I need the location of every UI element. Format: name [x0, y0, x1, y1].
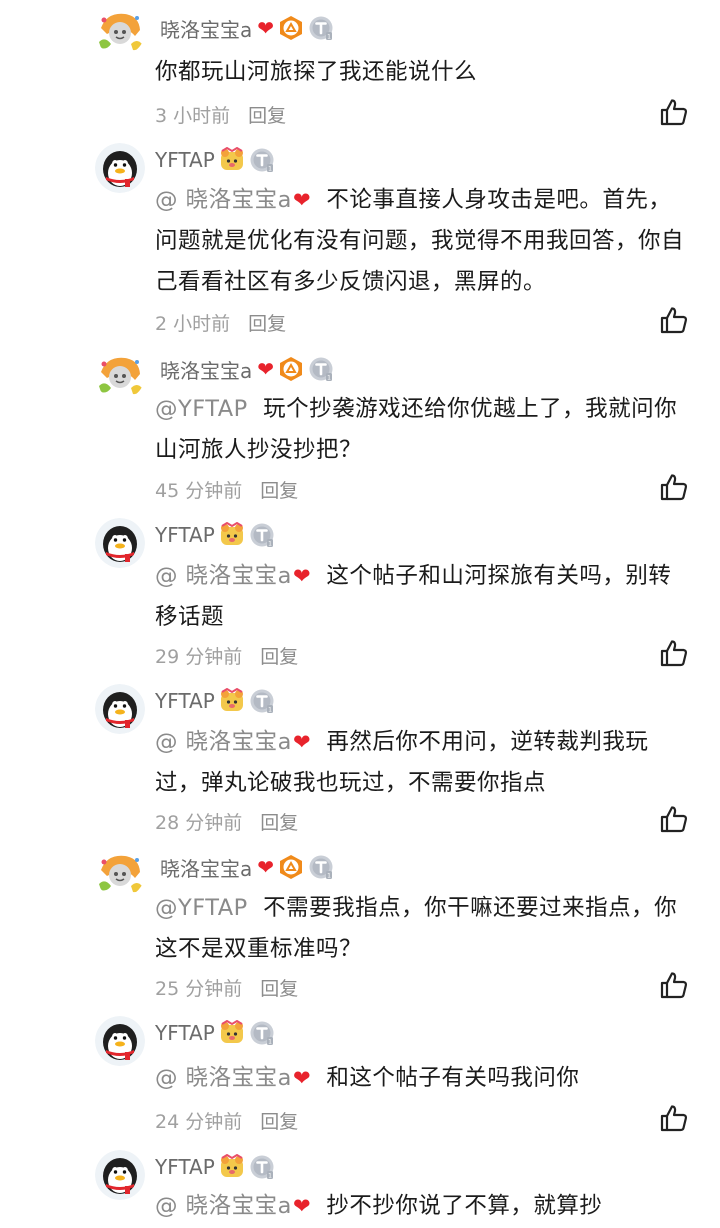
comment-author[interactable]: YFTAP	[155, 1021, 215, 1045]
comment-meta: 2 小时前 回复	[155, 309, 286, 335]
comment-author[interactable]: 晓洛宝宝a	[160, 355, 252, 384]
heart-icon: ❤	[292, 730, 312, 754]
avatar[interactable]	[95, 143, 145, 193]
heart-icon: ❤	[292, 188, 312, 212]
comment-time: 3 小时前	[155, 104, 231, 127]
thumbs-up-icon[interactable]	[659, 970, 689, 1000]
t-badge-icon	[249, 147, 275, 173]
thumbs-up-icon[interactable]	[659, 472, 689, 502]
avatar[interactable]	[95, 518, 145, 568]
comment-author[interactable]: YFTAP	[155, 1155, 215, 1179]
reply-button[interactable]: 回复	[260, 974, 298, 1001]
comment-time: 28 分钟前	[155, 811, 243, 834]
avatar[interactable]	[95, 848, 145, 898]
thumbs-up-icon[interactable]	[659, 1103, 689, 1133]
bear-badge-icon	[219, 147, 245, 173]
reply-button[interactable]: 回复	[260, 1107, 298, 1134]
comment-author[interactable]: YFTAP	[155, 148, 215, 172]
level-badge-icon	[278, 854, 304, 880]
mention-link[interactable]: @ 晓洛宝宝a❤	[155, 729, 311, 755]
comment-author[interactable]: 晓洛宝宝a	[160, 14, 252, 43]
heart-icon: ❤	[257, 855, 275, 879]
comment-text: @ 晓洛宝宝a❤ 这个帖子和山河探旅有关吗，别转移话题	[155, 563, 672, 630]
comment-text: @YFTAP 玩个抄袭游戏还给你优越上了，我就问你山河旅人抄没抄把？	[155, 396, 678, 463]
mention-link[interactable]: @ 晓洛宝宝a❤	[155, 187, 311, 213]
comment-time: 25 分钟前	[155, 977, 243, 1000]
comment-time: 24 分钟前	[155, 1110, 243, 1133]
mention-link[interactable]: @YFTAP	[155, 396, 248, 422]
thumbs-up-icon[interactable]	[659, 804, 689, 834]
reply-button[interactable]: 回复	[248, 101, 286, 128]
comment-author-row: 晓洛宝宝a ❤	[160, 354, 334, 384]
bear-badge-icon	[219, 1020, 245, 1046]
t-badge-icon	[249, 688, 275, 714]
comment-meta: 24 分钟前 回复	[155, 1107, 298, 1133]
comment-meta: 25 分钟前 回复	[155, 974, 298, 1000]
heart-icon: ❤	[257, 357, 275, 381]
comment-author-row: 晓洛宝宝a ❤	[160, 852, 334, 882]
comment-text: @ 晓洛宝宝a❤ 再然后你不用问，逆转裁判我玩过，弹丸论破我也玩过，不需要你指点	[155, 729, 649, 796]
mention-link[interactable]: @ 晓洛宝宝a❤	[155, 1065, 311, 1091]
heart-icon: ❤	[292, 564, 312, 588]
comment-time: 29 分钟前	[155, 645, 243, 668]
reply-button[interactable]: 回复	[260, 476, 298, 503]
comment-text: @ 晓洛宝宝a❤ 和这个帖子有关吗我问你	[155, 1065, 580, 1091]
t-badge-icon	[308, 854, 334, 880]
heart-icon: ❤	[257, 16, 275, 40]
comment-author-row: YFTAP	[155, 520, 275, 550]
reply-button[interactable]: 回复	[260, 808, 298, 835]
comment-meta: 28 分钟前 回复	[155, 808, 298, 834]
t-badge-icon	[249, 1154, 275, 1180]
heart-icon: ❤	[292, 1194, 312, 1218]
t-badge-icon	[308, 15, 334, 41]
comment-author-row: YFTAP	[155, 1152, 275, 1182]
thumbs-up-icon[interactable]	[659, 97, 689, 127]
comment-author-row: YFTAP	[155, 1018, 275, 1048]
bear-badge-icon	[219, 522, 245, 548]
mention-link[interactable]: @YFTAP	[155, 895, 248, 921]
comment-meta: 3 小时前 回复	[155, 101, 286, 127]
comment-meta: 29 分钟前 回复	[155, 642, 298, 668]
thumbs-up-icon[interactable]	[659, 305, 689, 335]
avatar[interactable]	[95, 1150, 145, 1200]
level-badge-icon	[278, 15, 304, 41]
comment-time: 45 分钟前	[155, 479, 243, 502]
bear-badge-icon	[219, 688, 245, 714]
thumbs-up-icon[interactable]	[659, 638, 689, 668]
mention-link[interactable]: @ 晓洛宝宝a❤	[155, 1193, 311, 1219]
avatar[interactable]	[95, 6, 145, 56]
t-badge-icon	[249, 1020, 275, 1046]
comment-text: 你都玩山河旅探了我还能说什么	[155, 59, 478, 85]
comment-author[interactable]: 晓洛宝宝a	[160, 853, 252, 882]
comment-text: @YFTAP 不需要我指点，你干嘛还要过来指点，你这不是双重标准吗？	[155, 895, 678, 962]
avatar[interactable]	[95, 350, 145, 400]
comment-author[interactable]: YFTAP	[155, 523, 215, 547]
reply-button[interactable]: 回复	[248, 309, 286, 336]
heart-icon: ❤	[292, 1066, 312, 1090]
comment-text: @ 晓洛宝宝a❤ 不论事直接人身攻击是吧。首先，问题就是优化有没有问题，我觉得不…	[155, 187, 685, 295]
level-badge-icon	[278, 356, 304, 382]
t-badge-icon	[308, 356, 334, 382]
t-badge-icon	[249, 522, 275, 548]
avatar[interactable]	[95, 1016, 145, 1066]
comment-author-row: 晓洛宝宝a ❤	[160, 13, 334, 43]
mention-link[interactable]: @ 晓洛宝宝a❤	[155, 563, 311, 589]
comment-author[interactable]: YFTAP	[155, 689, 215, 713]
comment-author-row: YFTAP	[155, 686, 275, 716]
comment-meta: 45 分钟前 回复	[155, 476, 298, 502]
comment-text: @ 晓洛宝宝a❤ 抄不抄你说了不算，就算抄	[155, 1193, 603, 1219]
bear-badge-icon	[219, 1154, 245, 1180]
comment-time: 2 小时前	[155, 312, 231, 335]
reply-button[interactable]: 回复	[260, 642, 298, 669]
avatar[interactable]	[95, 684, 145, 734]
comment-author-row: YFTAP	[155, 145, 275, 175]
